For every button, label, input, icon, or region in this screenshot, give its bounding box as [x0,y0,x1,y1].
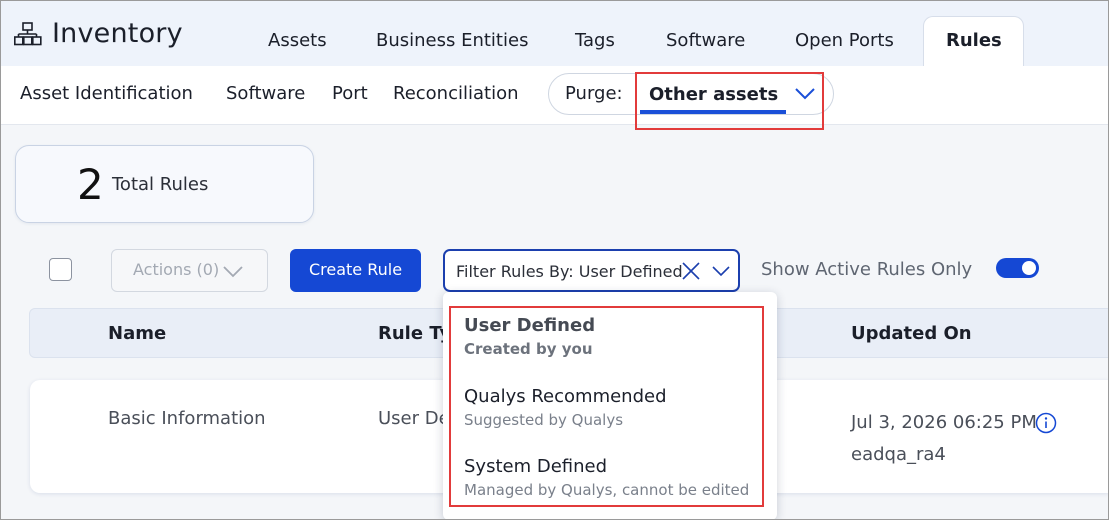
total-rules-card: 2 Total Rules [15,145,314,223]
purge-selector[interactable]: Purge: Other assets [548,73,834,115]
select-all-checkbox[interactable] [49,258,72,281]
option-system-defined[interactable]: System Defined Managed by Qualys, cannot… [464,456,749,499]
clear-filter-icon[interactable] [681,261,701,281]
rule-type: User De [378,408,450,429]
hierarchy-icon [14,22,42,46]
subnav-asset-identification[interactable]: Asset Identification [20,83,193,104]
chevron-down-icon[interactable] [794,85,816,101]
rule-name[interactable]: Basic Information [108,408,266,429]
tab-open-ports[interactable]: Open Ports [795,30,894,51]
filter-rules-select[interactable]: Filter Rules By: User Defined [443,249,740,292]
option-title: User Defined [464,315,596,336]
subnav-reconciliation[interactable]: Reconciliation [393,83,519,104]
rule-updated-by: eadqa_ra4 [851,444,946,465]
option-user-defined[interactable]: User Defined Created by you [464,315,595,358]
app-title: Inventory [52,18,183,49]
column-name[interactable]: Name [108,323,166,344]
column-rule-type[interactable]: Rule Ty [378,323,451,344]
column-updated-on[interactable]: Updated On [851,323,972,344]
filter-dropdown-menu: User Defined Created by you Qualys Recom… [443,292,777,520]
actions-button[interactable]: Actions (0) [111,249,268,292]
chevron-down-icon [223,266,243,278]
subnav-software[interactable]: Software [226,83,305,104]
option-title: System Defined [464,456,608,477]
option-subtitle: Suggested by Qualys [464,411,624,429]
create-rule-button[interactable]: Create Rule [290,249,421,292]
subnav-port[interactable]: Port [332,83,368,104]
tab-tags[interactable]: Tags [575,30,615,51]
info-icon[interactable] [1035,412,1057,434]
purge-selected-value[interactable]: Other assets [649,84,778,105]
app-header: Inventory Assets Business Entities Tags … [0,0,1109,68]
toggle-knob [1022,261,1036,275]
option-subtitle: Managed by Qualys, cannot be edited [464,481,750,499]
total-rules-count: 2 [77,160,104,209]
show-active-only-label: Show Active Rules Only [761,259,973,280]
option-qualys-recommended[interactable]: Qualys Recommended Suggested by Qualys [464,386,667,429]
tab-business-entities[interactable]: Business Entities [376,30,528,51]
actions-label: Actions (0) [133,260,220,279]
purge-label: Purge: [565,83,623,104]
tab-software[interactable]: Software [666,30,745,51]
total-rules-label: Total Rules [112,174,209,195]
tab-assets[interactable]: Assets [268,30,327,51]
tab-rules[interactable]: Rules [923,16,1024,68]
option-subtitle: Created by you [464,340,593,358]
show-active-only-toggle[interactable] [996,258,1039,278]
option-title: Qualys Recommended [464,386,667,407]
rule-updated-on: Jul 3, 2026 06:25 PM [851,412,1037,433]
rules-sub-nav: Asset Identification Software Port Recon… [0,66,1109,125]
filter-value: User Defined [578,262,683,281]
chevron-down-icon[interactable] [711,264,731,278]
purge-active-underline [640,110,786,114]
filter-prefix: Filter Rules By: [456,262,574,281]
